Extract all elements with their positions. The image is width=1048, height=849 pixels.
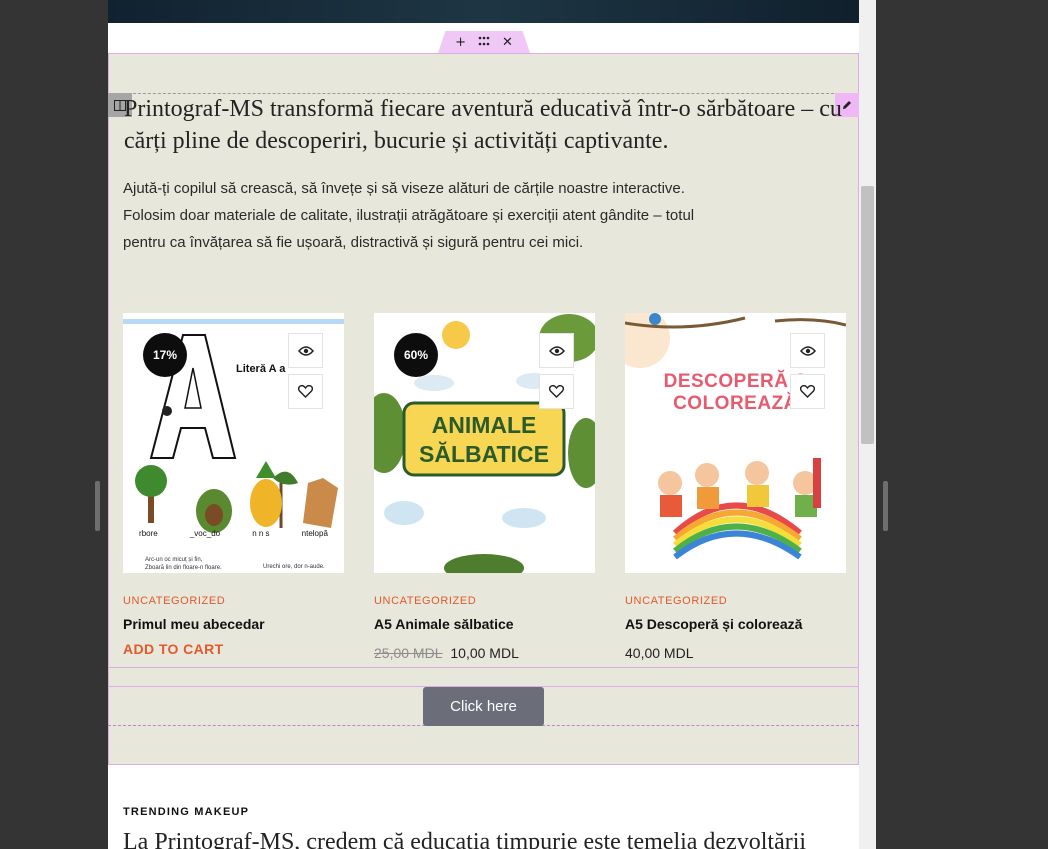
product-card[interactable]: Literă A a rbore _voc_do n n s ntelopă A… bbox=[123, 313, 344, 657]
editor-left-panel bbox=[0, 0, 108, 849]
sale-badge: 60% bbox=[394, 333, 438, 377]
image-text: Zboară lin din floare-n floare. bbox=[145, 565, 222, 571]
product-card[interactable]: DESCOPERĂ Ș COLOREAZĂ UNCATEGORIZED A5 D… bbox=[625, 313, 846, 661]
image-word: ntelopă bbox=[301, 529, 328, 538]
image-word: _voc_do bbox=[189, 529, 221, 538]
product-price: 40,00 MDL bbox=[625, 645, 694, 661]
product-image[interactable]: ANIMALE SĂLBATICE 60% bbox=[374, 313, 595, 573]
product-price: 25,00 MDL 10,00 MDL bbox=[374, 645, 595, 661]
image-word: n n s bbox=[252, 529, 270, 538]
hero-image bbox=[108, 0, 859, 23]
heart-icon[interactable] bbox=[539, 374, 574, 409]
image-text: Literă A a bbox=[236, 363, 286, 375]
product-image[interactable]: DESCOPERĂ Ș COLOREAZĂ bbox=[625, 313, 846, 573]
eye-icon[interactable] bbox=[790, 333, 825, 368]
product-title[interactable]: A5 Descoperă și colorează bbox=[625, 616, 846, 632]
product-category[interactable]: UNCATEGORIZED bbox=[123, 595, 344, 607]
container-outline bbox=[108, 667, 859, 668]
close-icon[interactable]: ✕ bbox=[502, 36, 513, 49]
product-category[interactable]: UNCATEGORIZED bbox=[374, 595, 595, 607]
product-card[interactable]: ANIMALE SĂLBATICE 60% UNCATEGORIZED A5 A… bbox=[374, 313, 595, 661]
image-word: rbore bbox=[139, 529, 158, 538]
scrollbar-thumb[interactable] bbox=[861, 186, 874, 444]
heart-icon[interactable] bbox=[288, 374, 323, 409]
image-text: SĂLBATICE bbox=[419, 441, 549, 467]
product-category[interactable]: UNCATEGORIZED bbox=[625, 595, 846, 607]
sale-price: 10,00 MDL bbox=[450, 645, 519, 661]
image-text: Arc-un oc micuț și fin, bbox=[145, 557, 203, 563]
left-resize-handle[interactable] bbox=[95, 481, 100, 531]
sale-badge: 17% bbox=[143, 333, 187, 377]
old-price: 25,00 MDL bbox=[374, 645, 443, 661]
trending-heading: La Printograf-MS, credem că educația tim… bbox=[123, 829, 807, 849]
product-title[interactable]: A5 Animale sălbatice bbox=[374, 616, 595, 632]
eye-icon[interactable] bbox=[288, 333, 323, 368]
product-image[interactable]: Literă A a rbore _voc_do n n s ntelopă A… bbox=[123, 313, 344, 573]
trending-eyebrow: TRENDING MAKEUP bbox=[123, 806, 250, 818]
click-here-button[interactable]: Click here bbox=[423, 687, 544, 726]
drag-icon[interactable] bbox=[478, 36, 490, 49]
right-resize-handle[interactable] bbox=[883, 481, 888, 531]
product-title[interactable]: Primul meu abecedar bbox=[123, 616, 344, 632]
section-toolbar: + ✕ bbox=[438, 31, 530, 53]
editor-right-panel bbox=[876, 0, 1048, 849]
intro-paragraph: Ajută-ți copilul să crească, să învețe ș… bbox=[123, 180, 695, 251]
image-text: ANIMALE bbox=[431, 412, 537, 438]
plus-icon[interactable]: + bbox=[455, 36, 466, 49]
page-canvas: + ✕ Printograf-MS transformă fiecare ave… bbox=[108, 0, 859, 849]
heart-icon[interactable] bbox=[790, 374, 825, 409]
eye-icon[interactable] bbox=[539, 333, 574, 368]
image-text: Urechi ore, dor n-aude. bbox=[263, 564, 325, 570]
intro-heading: Printograf-MS transformă fiecare aventur… bbox=[124, 96, 842, 154]
add-to-cart-button[interactable]: ADD TO CART bbox=[123, 641, 344, 657]
